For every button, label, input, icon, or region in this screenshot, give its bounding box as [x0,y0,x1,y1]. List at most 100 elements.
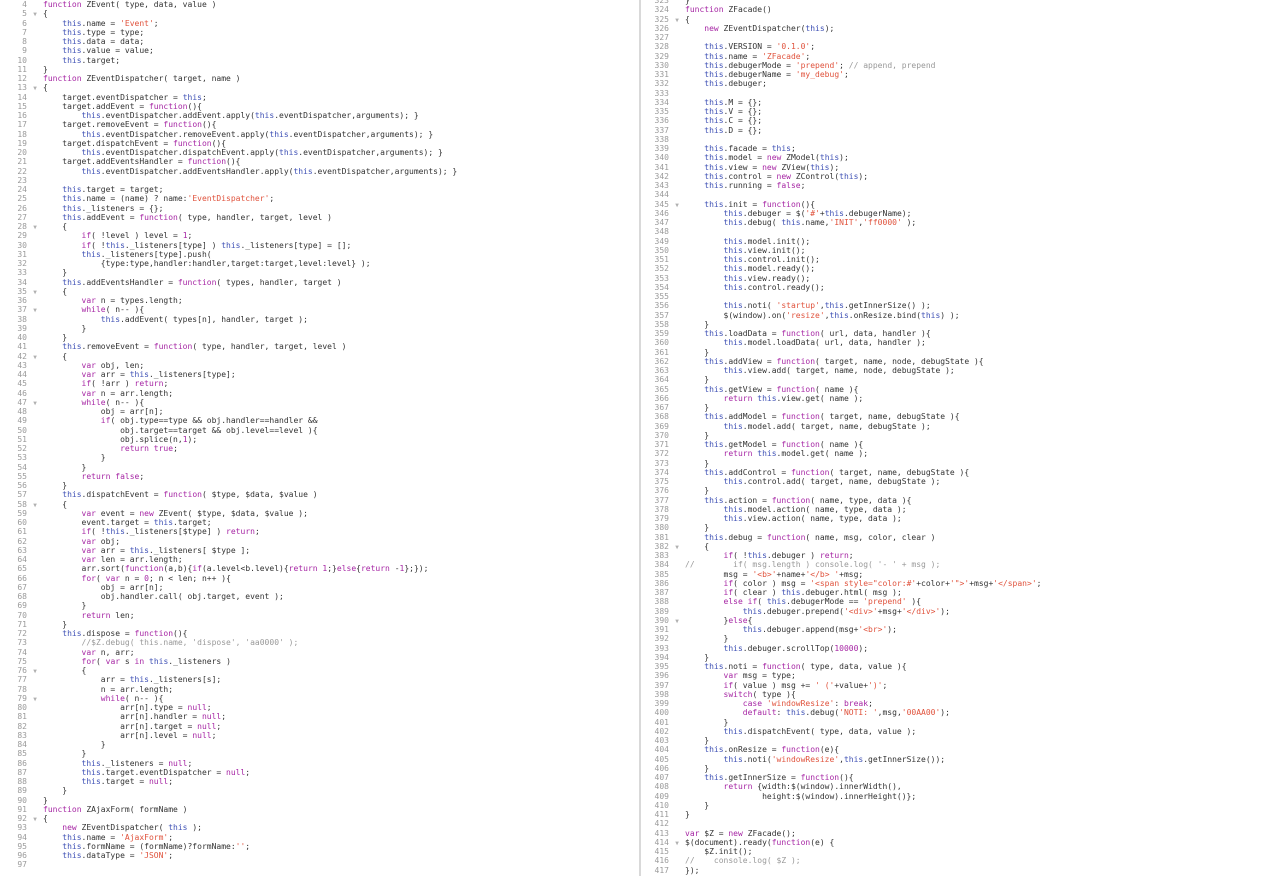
code-line[interactable]: 39 } [0,324,86,333]
code-line[interactable]: 407 this.getInnerSize = function(){ [641,773,854,782]
code-pane-right[interactable]: 323} 324 function ZFacade() 325 ▼{326 new ZE… [641,0,1280,876]
code-line[interactable]: 45 if( !arr ) return; [0,379,168,388]
code-line[interactable]: 93 new ZEventDispatcher( this ); [0,823,202,832]
code-line[interactable]: 22 this.eventDispatcher.addEventsHandler… [0,167,457,176]
code-line[interactable]: 346 this.debuger = $('#'+this.debugerNam… [641,209,912,218]
code-line[interactable]: 338 [641,135,685,144]
code-line[interactable]: 349 this.model.init(); [641,237,811,246]
code-line[interactable]: 56 } [0,481,67,490]
code-line[interactable]: 4 function ZEvent( type, data, value ) [0,0,216,9]
code-line[interactable]: 18 this.eventDispatcher.removeEvent.appl… [0,130,433,139]
code-line[interactable]: 77 arr = this._listeners[s]; [0,675,221,684]
code-line[interactable]: 379 this.view.action( name, type, data )… [641,514,902,523]
code-line[interactable]: 351 this.control.init(); [641,255,820,264]
code-line[interactable]: 410 } [641,801,710,810]
code-line[interactable]: 64 var len = arr.length; [0,555,182,564]
code-line[interactable]: 34 this.addEventsHandler = function( typ… [0,278,341,287]
code-line[interactable]: 343 this.running = false; [641,181,806,190]
code-line[interactable]: 86 this._listeners = null; [0,759,192,768]
code-line[interactable]: 336 this.C = {}; [641,116,763,125]
code-line[interactable]: 12 function ZEventDispatcher( target, nam… [0,74,240,83]
code-line[interactable]: 30 if( !this._listeners[type] ) this._li… [0,241,351,250]
code-line[interactable]: 10 this.target; [0,56,120,65]
code-line[interactable]: 359 this.loadData = function( url, data,… [641,329,931,338]
code-line[interactable]: 406 } [641,764,710,773]
code-line[interactable]: 35 ▼ { [0,287,67,296]
code-line[interactable]: 411} [641,810,690,819]
code-line[interactable]: 85 } [0,749,86,758]
code-line[interactable]: 33 } [0,268,67,277]
code-line[interactable]: 40 } [0,333,67,342]
code-line[interactable]: 42 ▼ { [0,352,67,361]
code-line[interactable]: 354 this.control.ready(); [641,283,825,292]
code-line[interactable]: 15 target.addEvent = function(){ [0,102,202,111]
code-line[interactable]: 389 this.debuger.prepend('<div>'+msg+'</… [641,607,950,616]
code-line[interactable]: 48 obj = arr[n]; [0,407,163,416]
code-line[interactable]: 70 return len; [0,611,134,620]
code-line[interactable]: 66 for( var n = 0; n < len; n++ ){ [0,574,231,583]
code-line[interactable]: 92 ▼{ [0,814,47,823]
code-line[interactable]: 373 } [641,459,710,468]
code-line[interactable]: 374 this.addControl = function( target, … [641,468,970,477]
code-line[interactable]: 330 this.debugerMode = 'prepend'; // app… [641,61,936,70]
code-line[interactable]: 83 arr[n].level = null; [0,731,216,740]
code-line[interactable]: 409 height:$(window).innerHeight()}; [641,792,917,801]
code-line[interactable]: 54 } [0,463,86,472]
code-line[interactable]: 348 [641,227,685,236]
code-line[interactable]: 36 var n = types.length; [0,296,182,305]
code-line[interactable]: 89 } [0,786,67,795]
code-line[interactable]: 335 this.V = {}; [641,107,763,116]
code-line[interactable]: 350 this.view.init(); [641,246,806,255]
code-line[interactable]: 37 ▼ while( n-- ){ [0,305,144,314]
code-line[interactable]: 405 this.noti('windowResize',this.getInn… [641,755,946,764]
code-line[interactable]: 333 [641,89,685,98]
code-line[interactable]: 75 for( var s in this._listeners ) [0,657,231,666]
code-line[interactable]: 11} [0,65,47,74]
code-line[interactable]: 366 return this.view.get( name ); [641,394,864,403]
code-line[interactable]: 392 } [641,634,729,643]
code-line[interactable]: 367 } [641,403,710,412]
code-line[interactable]: 377 this.action = function( name, type, … [641,496,912,505]
code-line[interactable]: 328 this.VERSION = '0.1.0'; [641,42,816,51]
code-line[interactable]: 59 var event = new ZEvent( $type, $data,… [0,509,308,518]
code-line[interactable]: 391 this.debuger.append(msg+'<br>'); [641,625,897,634]
code-line[interactable]: 32 {type:type,handler:handler,target:tar… [0,259,370,268]
code-line[interactable]: 69 } [0,601,86,610]
code-line[interactable]: 76 ▼ { [0,666,86,675]
code-line[interactable]: 29 if( !level ) level = 1; [0,231,192,240]
code-line[interactable]: 369 this.model.add( target, name, debugS… [641,422,931,431]
code-line[interactable]: 399 case 'windowResize': break; [641,699,873,708]
code-line[interactable]: 62 var obj; [0,537,120,546]
code-line[interactable]: 91 function ZAjaxForm( formName ) [0,805,187,814]
code-line[interactable]: 55 return false; [0,472,144,481]
code-line[interactable]: 398 switch( type ){ [641,690,796,699]
code-line[interactable]: 8 this.data = data; [0,37,144,46]
code-line[interactable]: 408 return {width:$(window).innerWidth()… [641,782,902,791]
code-line[interactable]: 356 this.noti( 'startup',this.getInnerSi… [641,301,931,310]
code-line[interactable]: 26 this._listeners = {}; [0,204,163,213]
code-line[interactable]: 416 // console.log( $Z ); [641,856,801,865]
code-line[interactable]: 340 this.model = new ZModel(this); [641,153,849,162]
code-line[interactable]: 329 this.name = 'ZFacade'; [641,52,811,61]
code-line[interactable]: 413 var $Z = new ZFacade(); [641,829,796,838]
code-line[interactable]: 341 this.view = new ZView(this); [641,163,840,172]
code-line[interactable]: 382 ▼ { [641,542,710,551]
code-line[interactable]: 81 arr[n].handler = null; [0,712,226,721]
code-line[interactable]: 378 this.model.action( name, type, data … [641,505,907,514]
code-line[interactable]: 327 [641,33,685,42]
code-line[interactable]: 387 if( clear ) this.debuger.html( msg )… [641,588,902,597]
code-line[interactable]: 80 arr[n].type = null; [0,703,211,712]
code-line[interactable]: 25 this.name = (name) ? name:'EventDispa… [0,194,274,203]
code-line[interactable]: 403 } [641,736,710,745]
code-line[interactable]: 13 ▼{ [0,83,47,92]
code-line[interactable]: 372 return this.model.get( name ); [641,449,869,458]
code-line[interactable]: 78 n = arr.length; [0,685,173,694]
code-line[interactable]: 385 msg = '<b>'+name+'</b> '+msg; [641,570,864,579]
code-line[interactable]: 404 this.onResize = function(e){ [641,745,840,754]
code-line[interactable]: 412 [641,819,685,828]
code-line[interactable]: 5 ▼{ [0,9,48,18]
code-line[interactable]: 43 var obj, len; [0,361,144,370]
code-line[interactable]: 73 //$Z.debug( this.name, 'dispose', 'aa… [0,638,298,647]
code-line[interactable]: 72 this.dispose = function(){ [0,629,187,638]
code-line[interactable]: 384 // if( msg.length ) console.log( '- '… [641,560,941,569]
